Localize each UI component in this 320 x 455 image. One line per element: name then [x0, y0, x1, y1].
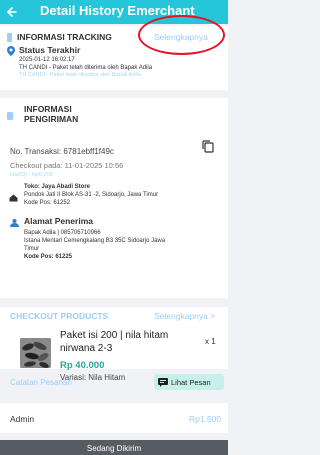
shipping-title-line1: INFORMASI	[24, 104, 72, 114]
product-price: Rp 40.000	[60, 360, 105, 371]
recipient-postcode: Kode Pos: 61225	[24, 254, 73, 260]
back-arrow-icon	[7, 7, 17, 17]
recipient-address-line1: Istana Mentari Cemengkalang B3 35C Sidoa…	[24, 238, 166, 244]
product-name-line2: nirwana 2-3	[60, 343, 113, 354]
person-icon	[10, 219, 19, 227]
view-message-button[interactable]: Lihat Pesan	[154, 374, 224, 390]
products-card: CHECKOUT PRODUCTS Selengkapnya > Paket i…	[0, 307, 228, 369]
recipient-name: Bapak Adila | 085706710966	[24, 230, 101, 236]
store-postcode: Kode Pos: 61252	[24, 200, 71, 206]
notes-label: Catatan Pesanan	[10, 378, 72, 387]
bookmark-icon	[7, 33, 12, 42]
admin-label: Admin	[10, 414, 35, 424]
status-message-faded: TH CANDI - Paket telah diterima oleh Bap…	[19, 72, 141, 78]
products-section-title: CHECKOUT PRODUCTS	[10, 311, 109, 321]
shipping-card: INFORMASI PENGIRIMAN No. Transaksi: 6781…	[0, 98, 228, 298]
location-pin-icon	[7, 46, 15, 56]
copy-icon[interactable]	[202, 140, 214, 153]
admin-value: Rp1.500	[189, 414, 222, 424]
product-thumbnail[interactable]	[20, 338, 51, 368]
recipient-label: Alamat Penerima	[24, 216, 93, 226]
view-message-label: Lihat Pesan	[171, 377, 211, 387]
chevron-right-icon: >	[210, 311, 216, 321]
store-name: Toko: Jaya Abadi Store	[24, 184, 91, 190]
status-bar-label: Sedang Dikirim	[86, 444, 142, 453]
product-quantity: x 1	[205, 337, 216, 346]
faded-id: Idx(03) - Rp5.200	[10, 172, 53, 178]
tracking-section-title: INFORMASI TRACKING	[17, 32, 112, 42]
store-icon	[9, 194, 18, 202]
shipping-title-line2: PENGIRIMAN	[24, 114, 79, 124]
back-button[interactable]	[0, 0, 24, 24]
status-bar[interactable]: Sedang Dikirim	[0, 440, 228, 455]
product-name-line1: Paket isi 200 | nila hitam	[60, 330, 169, 341]
products-more-link[interactable]: Selengkapnya >	[154, 311, 215, 321]
annotation-circle	[138, 15, 225, 55]
store-address: Pondok Jati II Blok AS-31 -2, Sidoarjo, …	[24, 192, 159, 198]
transaction-number: No. Transaksi: 6781ebff1f49c	[10, 147, 114, 156]
products-more-label: Selengkapnya	[154, 311, 208, 321]
info-icon	[7, 112, 13, 120]
checkout-date: Checkout pada: 11-01-2025 10:56	[10, 161, 124, 170]
fish-pile-icon	[20, 338, 51, 368]
chat-icon	[158, 377, 168, 387]
status-message: TH CANDI - Paket telah diterima oleh Bap…	[19, 65, 153, 71]
status-timestamp: 2025-01-12 16:02:17	[19, 57, 75, 63]
recipient-address-line2: Timur	[24, 246, 40, 252]
admin-row: Admin Rp1.500	[0, 403, 228, 433]
status-label: Status Terakhir	[19, 45, 81, 55]
